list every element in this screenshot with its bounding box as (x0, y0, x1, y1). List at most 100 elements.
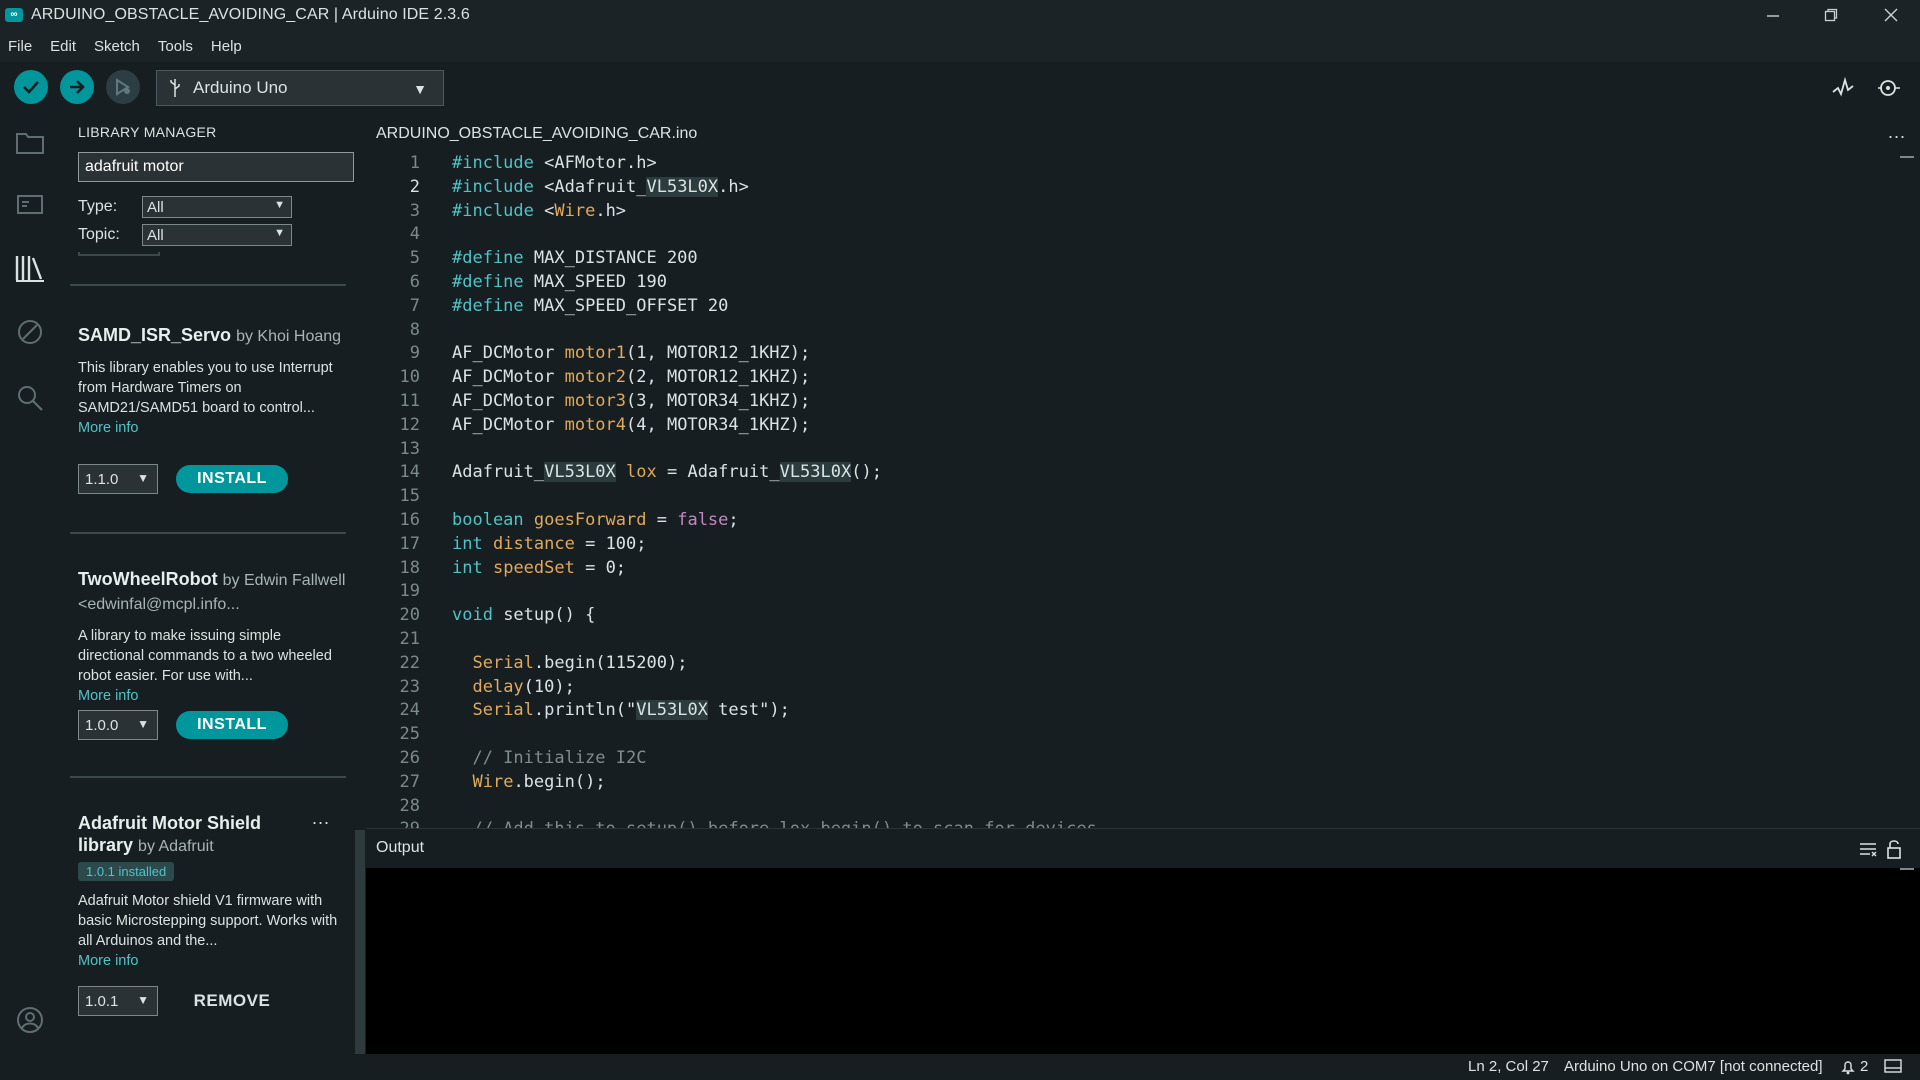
more-options-icon[interactable]: ... (312, 808, 330, 829)
debug-button[interactable] (106, 70, 140, 104)
code-area[interactable]: #include <AFMotor.h> #include <Adafruit_V… (452, 152, 1097, 828)
install-button[interactable]: INSTALL (176, 711, 288, 739)
board-status[interactable]: Arduino Uno on COM7 [not connected] (1564, 1058, 1823, 1075)
library-author: by Khoi Hoang (236, 328, 342, 345)
menu-sketch[interactable]: Sketch (94, 38, 140, 55)
sketchbook-button[interactable] (12, 124, 48, 160)
code-line[interactable]: #define MAX_SPEED 190 (452, 271, 1097, 295)
editor-scrollbar[interactable] (1900, 156, 1914, 158)
account-button[interactable] (12, 1002, 48, 1038)
toolbar: Arduino Uno ▼ (0, 62, 1920, 114)
verify-button[interactable] (14, 70, 48, 104)
debugger-button[interactable] (12, 314, 48, 350)
code-line[interactable]: int distance = 100; (452, 533, 1097, 557)
more-info-link[interactable]: More info (78, 951, 346, 971)
tab-sketch-file[interactable]: ARDUINO_OBSTACLE_AVOIDING_CAR.ino (366, 114, 716, 152)
code-line[interactable]: // Initialize I2C (452, 747, 1097, 771)
install-button[interactable]: INSTALL (176, 465, 288, 493)
debug-icon (116, 78, 130, 96)
upload-button[interactable] (60, 70, 94, 104)
minimize-icon (1767, 15, 1779, 17)
code-line[interactable]: delay(10); (452, 676, 1097, 700)
line-number: 19 (399, 581, 420, 602)
more-options-icon[interactable]: ... (1888, 122, 1906, 143)
library-item: TwoWheelRobot by Edwin Fallwell <edwinfa… (78, 568, 346, 706)
code-line[interactable] (452, 795, 1097, 819)
code-line[interactable]: #include <AFMotor.h> (452, 152, 1097, 176)
chevron-down-icon: ▼ (413, 81, 427, 97)
boards-manager-button[interactable] (12, 186, 48, 222)
version-select[interactable]: 1.0.1 ▼ (78, 986, 158, 1016)
notification-count: 2 (1860, 1058, 1869, 1075)
chevron-down-icon: ▼ (137, 993, 149, 1007)
library-search-input[interactable] (78, 152, 354, 182)
check-icon (23, 81, 39, 94)
menu-tools[interactable]: Tools (158, 38, 193, 55)
library-description: Adafruit Motor shield V1 firmware with b… (78, 893, 338, 949)
code-line[interactable]: // Add this to setup() before lox.begin(… (452, 818, 1096, 828)
remove-button[interactable]: REMOVE (176, 987, 288, 1015)
code-line[interactable]: Serial.begin(115200); (452, 652, 1097, 676)
toggle-panel-button[interactable] (1884, 1058, 1902, 1078)
code-line[interactable] (452, 319, 1097, 343)
library-scrollbar[interactable] (355, 830, 365, 1054)
code-line[interactable]: Wire.begin(); (452, 771, 1097, 795)
code-line[interactable]: AF_DCMotor motor4(4, MOTOR34_1KHZ); (452, 414, 1097, 438)
code-line[interactable] (452, 438, 1097, 462)
clear-output-icon[interactable] (1858, 839, 1878, 859)
code-line[interactable] (452, 223, 1097, 247)
type-filter-label: Type: (78, 198, 118, 215)
divider (70, 532, 346, 534)
search-button[interactable] (12, 380, 48, 416)
library-title: TwoWheelRobot by Edwin Fallwell <edwinfa… (78, 568, 346, 616)
bell-icon (1841, 1060, 1855, 1074)
menu-edit[interactable]: Edit (50, 38, 76, 55)
code-line[interactable]: #include <Adafruit_VL53L0X.h> (452, 176, 1097, 200)
output-tab[interactable]: Output (376, 839, 424, 857)
code-line[interactable]: AF_DCMotor motor1(1, MOTOR12_1KHZ); (452, 342, 1097, 366)
more-info-link[interactable]: More info (78, 686, 346, 706)
close-button[interactable] (1862, 0, 1920, 30)
line-number: 11 (399, 390, 420, 411)
board-selector[interactable]: Arduino Uno ▼ (156, 70, 444, 106)
usb-icon (170, 79, 180, 97)
notifications-button[interactable]: 2 (1840, 1058, 1868, 1075)
cursor-position[interactable]: Ln 2, Col 27 (1468, 1058, 1549, 1075)
code-line[interactable] (452, 723, 1097, 747)
serial-monitor-button[interactable] (1874, 74, 1904, 102)
code-line[interactable]: #include <Wire.h> (452, 200, 1097, 224)
version-select[interactable]: 1.1.0 ▼ (78, 464, 158, 494)
code-line[interactable]: void setup() { (452, 604, 1097, 628)
restore-button[interactable] (1802, 0, 1860, 30)
account-icon (17, 1007, 43, 1033)
serial-plotter-button[interactable] (1828, 74, 1858, 102)
minimize-button[interactable] (1744, 0, 1802, 30)
code-line[interactable] (452, 580, 1097, 604)
output-console[interactable] (366, 868, 1920, 1054)
code-line[interactable] (452, 485, 1097, 509)
version-select[interactable]: 1.0.0 ▼ (78, 710, 158, 740)
line-number-gutter: 1 2 3 4 5 6 7 8 9 10 11 12 13 14 15 16 17 18 19 20 21 22 23 24 2… (366, 152, 432, 828)
more-info-link[interactable]: More info (78, 418, 346, 438)
menu-help[interactable]: Help (211, 38, 242, 55)
code-line[interactable]: AF_DCMotor motor2(2, MOTOR12_1KHZ); (452, 366, 1097, 390)
code-editor[interactable]: 1 2 3 4 5 6 7 8 9 10 11 12 13 14 15 16 17 18 19 20 21 22 23 24 2… (366, 152, 1920, 828)
menu-file[interactable]: File (8, 38, 32, 55)
code-line[interactable]: Serial.println("VL53L0X test"); (452, 699, 1097, 723)
type-filter-select[interactable]: All ▼ (142, 196, 292, 218)
line-number: 24 (399, 700, 420, 721)
code-line[interactable]: int speedSet = 0; (452, 557, 1097, 581)
code-line[interactable] (452, 628, 1097, 652)
code-line[interactable]: #define MAX_DISTANCE 200 (452, 247, 1097, 271)
arrow-right-icon (70, 80, 85, 94)
code-line[interactable]: boolean goesForward = false; (452, 509, 1097, 533)
code-line[interactable]: Adafruit_VL53L0X lox = Adafruit_VL53L0X(… (452, 461, 1097, 485)
output-header: Output (366, 828, 1920, 868)
lock-icon[interactable] (1886, 839, 1902, 859)
topic-filter-select[interactable]: All ▼ (142, 224, 292, 246)
code-line[interactable]: #define MAX_SPEED_OFFSET 20 (452, 295, 1097, 319)
output-scrollbar[interactable] (1900, 868, 1914, 870)
library-manager-button[interactable] (12, 250, 48, 286)
line-number: 27 (399, 771, 420, 792)
code-line[interactable]: AF_DCMotor motor3(3, MOTOR34_1KHZ); (452, 390, 1097, 414)
